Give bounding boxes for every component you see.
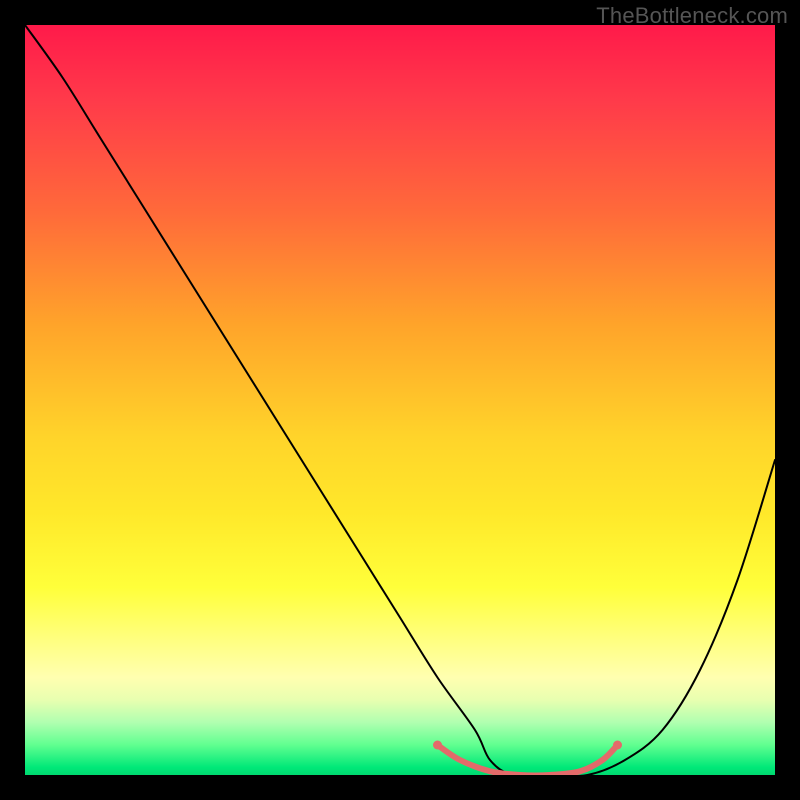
watermark-text: TheBottleneck.com (596, 3, 788, 29)
chart-svg (25, 25, 775, 775)
highlight-dot (613, 741, 622, 750)
highlight-segment (438, 745, 618, 775)
plot-area (25, 25, 775, 775)
highlight-dot (433, 741, 442, 750)
bottleneck-curve (25, 25, 775, 775)
